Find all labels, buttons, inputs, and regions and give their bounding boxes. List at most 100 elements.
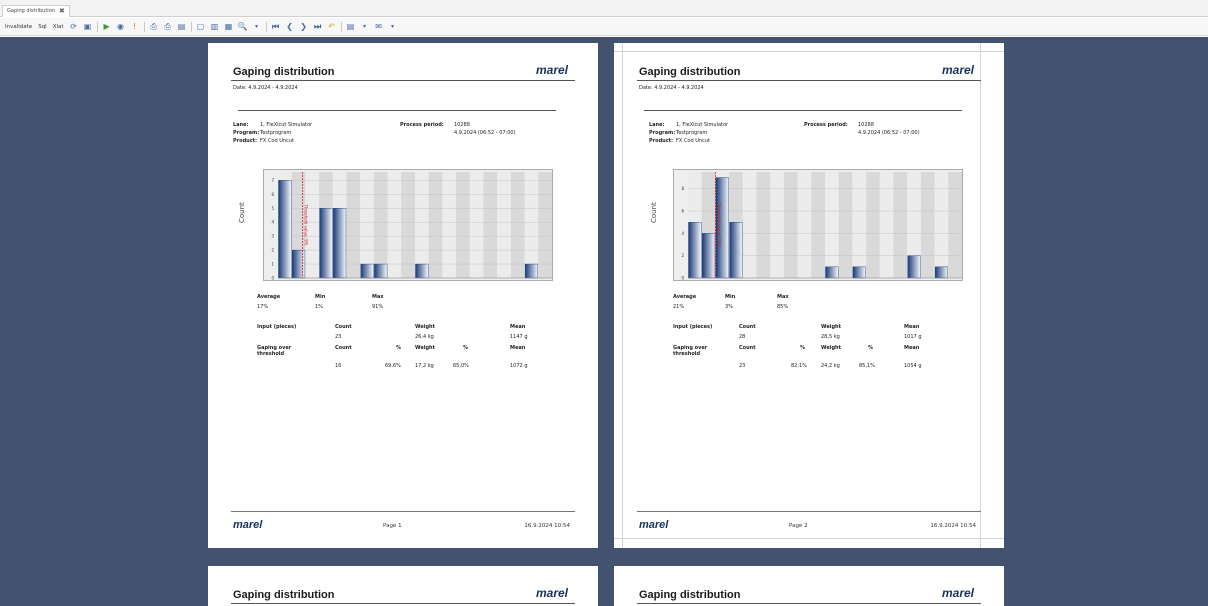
average-value: 17%: [257, 304, 269, 310]
view-icon[interactable]: ◉: [116, 22, 126, 32]
input-mean-header: Mean: [904, 324, 920, 330]
gaping-mean: 1072 g: [510, 363, 528, 369]
footer-divider: [637, 511, 981, 512]
lane-label: Lane:: [233, 122, 249, 128]
product-label: Product:: [649, 138, 674, 144]
chart-band: [756, 172, 771, 278]
chart-band: [469, 172, 484, 278]
max-header: Max: [372, 294, 384, 300]
invalidate-button[interactable]: Invalidate: [2, 24, 35, 30]
input-label: Input (pieces): [673, 324, 713, 330]
gaping-histogram-chart: 0 2 4 6 8 Threshold value: 10%: [673, 169, 963, 281]
email-icon[interactable]: ✉: [374, 22, 384, 32]
run-icon[interactable]: ▶: [102, 22, 112, 32]
y-tick-label: 0: [271, 276, 274, 281]
report-page-2: Gaping distribution marel Date: 4.9.2024…: [614, 43, 1004, 548]
page-setup-icon[interactable]: ▤: [177, 22, 187, 32]
two-page-icon[interactable]: ▥: [210, 22, 220, 32]
chart-band: [742, 172, 757, 278]
y-tick-label: 5: [271, 206, 274, 211]
gaping-mean: 1054 g: [904, 363, 922, 369]
histogram-bar: [415, 263, 429, 279]
zoom-icon[interactable]: 🔍: [238, 22, 248, 32]
chart-band: [934, 172, 949, 278]
save-icon[interactable]: ▤: [346, 22, 356, 32]
footer-print-date: 16.9.2024 10:54: [930, 523, 976, 529]
chart-band: [497, 172, 511, 278]
report-viewer[interactable]: Gaping distribution marel Date: 4.9.2024…: [0, 37, 1208, 606]
tab-label: Gaping distribution: [7, 8, 55, 14]
chart-y-label: Count: [650, 202, 658, 223]
gaping-mean-header: Mean: [510, 345, 526, 351]
report-page-3: Gaping distribution marel: [208, 566, 598, 606]
period-label: Process period:: [400, 122, 444, 128]
save-dropdown-icon[interactable]: ▾: [360, 22, 370, 32]
input-count-header: Count: [739, 324, 756, 330]
single-page-icon[interactable]: ▢: [196, 22, 206, 32]
y-tick-label: 6: [271, 192, 274, 197]
histogram-bar: [934, 266, 949, 279]
divider: [644, 110, 962, 111]
email-dropdown-icon[interactable]: ▾: [388, 22, 398, 32]
tab-gaping-distribution[interactable]: Gaping distribution ✖: [2, 5, 70, 17]
input-mean-header: Mean: [510, 324, 526, 330]
last-page-icon[interactable]: ⏭: [313, 22, 323, 32]
back-icon[interactable]: ↶: [327, 22, 337, 32]
divider: [231, 80, 575, 81]
gaping-pct2: 65,0%: [453, 363, 469, 369]
report-page-4: Gaping distribution marel: [614, 566, 1004, 606]
refresh-icon[interactable]: ⟳: [69, 22, 79, 32]
separator: [96, 21, 98, 32]
info-icon[interactable]: !: [130, 22, 140, 32]
sql-button[interactable]: Sql: [35, 24, 50, 30]
separator: [143, 21, 145, 32]
footer-divider: [231, 511, 575, 512]
first-page-icon[interactable]: ⏮: [271, 22, 281, 32]
chart-band: [456, 172, 470, 278]
gaping-count-header: Count: [739, 345, 756, 351]
footer-page-number: Page 2: [789, 523, 808, 529]
chart-band: [879, 172, 894, 278]
input-weight: 28,5 kg: [821, 334, 840, 340]
multi-page-icon[interactable]: ▦: [224, 22, 234, 32]
print-icon[interactable]: ⎙: [149, 22, 159, 32]
average-value: 21%: [673, 304, 685, 310]
period-label: Process period:: [804, 122, 848, 128]
histogram-bar: [852, 266, 866, 279]
input-label: Input (pieces): [257, 324, 297, 330]
divider: [231, 603, 575, 604]
print-preview-icon[interactable]: ⎙: [163, 22, 173, 32]
gaping-mean-header: Mean: [904, 345, 920, 351]
separator: [190, 21, 192, 32]
zoom-dropdown-icon[interactable]: ▾: [252, 22, 262, 32]
histogram-bar: [688, 222, 702, 279]
period-id: 10288: [858, 122, 874, 128]
marel-logo: marel: [941, 586, 974, 600]
average-header: Average: [673, 294, 697, 300]
export-icon[interactable]: ▣: [83, 22, 93, 32]
xlat-button[interactable]: Xlat: [50, 24, 67, 30]
date-range: Date: 4.9.2024 - 4.9.2024: [233, 85, 298, 91]
chart-band: [811, 172, 825, 278]
chart-band: [538, 172, 552, 278]
chart-band: [838, 172, 853, 278]
divider: [238, 110, 556, 111]
close-icon[interactable]: ✖: [59, 6, 65, 17]
previous-page-icon[interactable]: ❮: [285, 22, 295, 32]
marel-logo: marel: [535, 586, 568, 600]
min-value: 3%: [725, 304, 733, 310]
max-value: 91%: [372, 304, 384, 310]
y-tick-label: 2: [271, 248, 274, 253]
histogram-bar: [729, 222, 743, 279]
next-page-icon[interactable]: ❯: [299, 22, 309, 32]
chart-band: [866, 172, 880, 278]
chart-band: [783, 172, 798, 278]
input-mean: 1147 g: [510, 334, 528, 340]
chart-band: [415, 172, 429, 278]
gaping-pct2: 85,1%: [859, 363, 875, 369]
gaping-pct2-header: %: [463, 345, 469, 351]
page-title: Gaping distribution: [639, 589, 741, 601]
chart-band: [387, 172, 402, 278]
product-label: Product:: [233, 138, 258, 144]
product-value: FX Cod Uncut: [260, 138, 294, 144]
